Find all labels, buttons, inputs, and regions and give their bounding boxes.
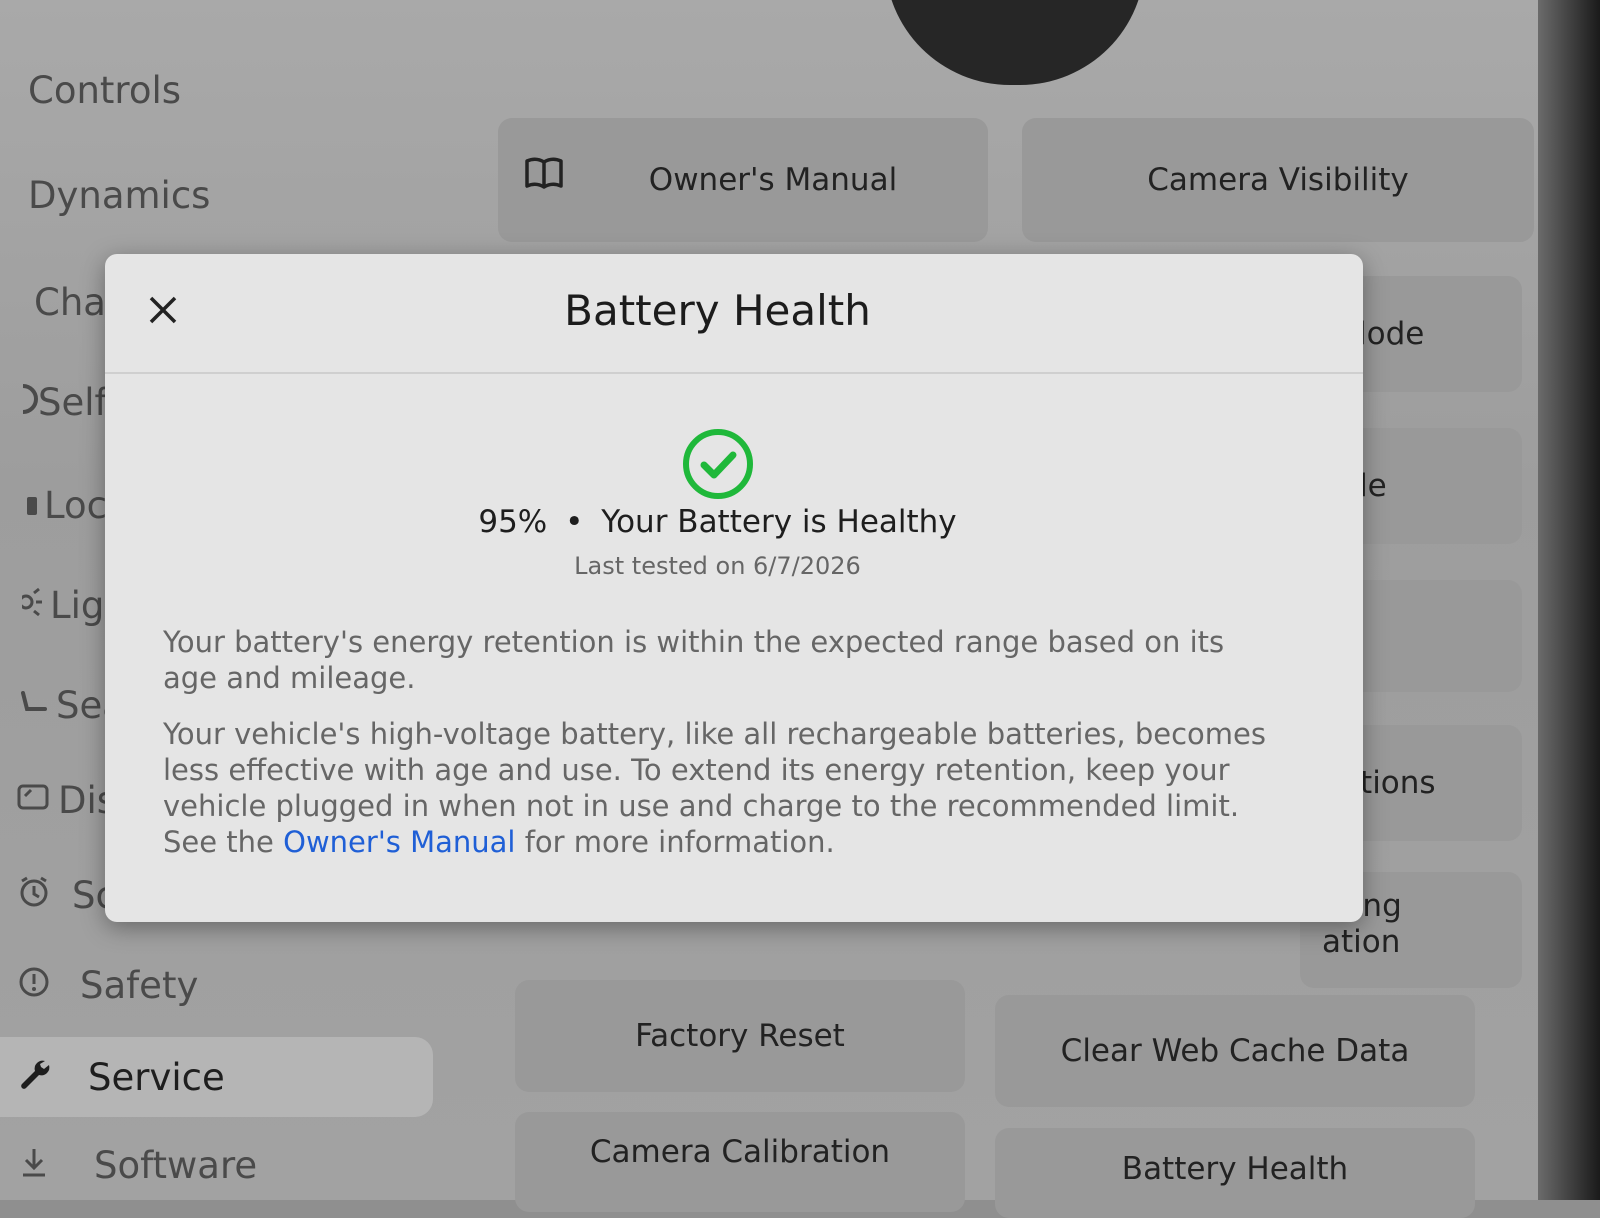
battery-health-label: Battery Health — [1121, 1151, 1349, 1187]
sidebar-item-controls[interactable]: Controls — [0, 50, 440, 130]
factory-reset-button[interactable]: Factory Reset — [515, 980, 965, 1092]
info-circle-icon — [14, 965, 54, 1006]
owners-manual-label: Owner's Manual — [648, 162, 898, 198]
download-icon — [14, 1145, 54, 1186]
clear-web-cache-button[interactable]: Clear Web Cache Data — [995, 995, 1475, 1107]
battery-health-button[interactable]: Battery Health — [995, 1128, 1475, 1218]
sidebar-item-dynamics[interactable]: Dynamics — [0, 155, 440, 235]
battery-status: 95% • Your Battery is Healthy — [105, 504, 1330, 540]
camera-housing — [885, 0, 1145, 85]
owners-manual-link[interactable]: Owner's Manual — [283, 825, 515, 859]
sidebar-item-label: Cha — [34, 280, 106, 324]
sidebar-item-label: Controls — [28, 68, 182, 112]
camera-calibration-label: Camera Calibration — [589, 1134, 891, 1170]
battery-info-paragraph: Your vehicle's high-voltage battery, lik… — [163, 716, 1268, 860]
check-circle-icon — [680, 426, 756, 506]
camera-visibility-label: Camera Visibility — [1147, 162, 1409, 198]
last-tested-date: Last tested on 6/7/2026 — [574, 552, 861, 580]
status-separator: • — [565, 504, 584, 540]
dialog-header: Battery Health — [105, 254, 1363, 374]
screen-bezel — [1538, 0, 1600, 1200]
sidebar-item-label: Service — [88, 1055, 225, 1099]
sidebar-item-label: Self — [38, 380, 108, 424]
display-icon — [14, 782, 54, 819]
light-icon — [14, 587, 54, 624]
alarm-clock-icon — [14, 875, 54, 916]
factory-reset-label: Factory Reset — [635, 1018, 845, 1054]
battery-status-text: Your Battery is Healthy — [601, 504, 957, 540]
screen-background: Controls Dynamics Cha Self Locl Ligh Sea… — [0, 0, 1600, 1218]
sidebar-item-label: Safety — [80, 963, 199, 1007]
wrench-icon — [14, 1057, 54, 1098]
sidebar-item-safety[interactable]: Safety — [0, 945, 440, 1025]
mode-label: lode — [1358, 316, 1425, 352]
dialog-title: Battery Health — [564, 286, 871, 335]
seat-icon — [14, 687, 54, 724]
book-icon — [524, 156, 564, 198]
camera-visibility-button[interactable]: Camera Visibility — [1022, 118, 1534, 242]
battery-percent: 95% — [478, 504, 548, 540]
clear-web-cache-label: Clear Web Cache Data — [1060, 1033, 1410, 1069]
sidebar-item-software[interactable]: Software — [0, 1125, 440, 1205]
owners-manual-button[interactable]: Owner's Manual — [498, 118, 988, 242]
calibration-label: ation — [1322, 924, 1401, 960]
sidebar-item-service[interactable]: Service — [0, 1037, 433, 1117]
retention-paragraph: Your battery's energy retention is withi… — [163, 625, 1225, 695]
battery-health-dialog: Battery Health 95% • Your Battery is Hea… — [105, 254, 1363, 922]
sidebar-item-label: Software — [94, 1143, 258, 1187]
battery-info-text-end: for more information. — [515, 825, 835, 859]
sidebar-item-label: Dynamics — [28, 173, 211, 217]
camera-calibration-button[interactable]: Camera Calibration — [515, 1112, 965, 1212]
